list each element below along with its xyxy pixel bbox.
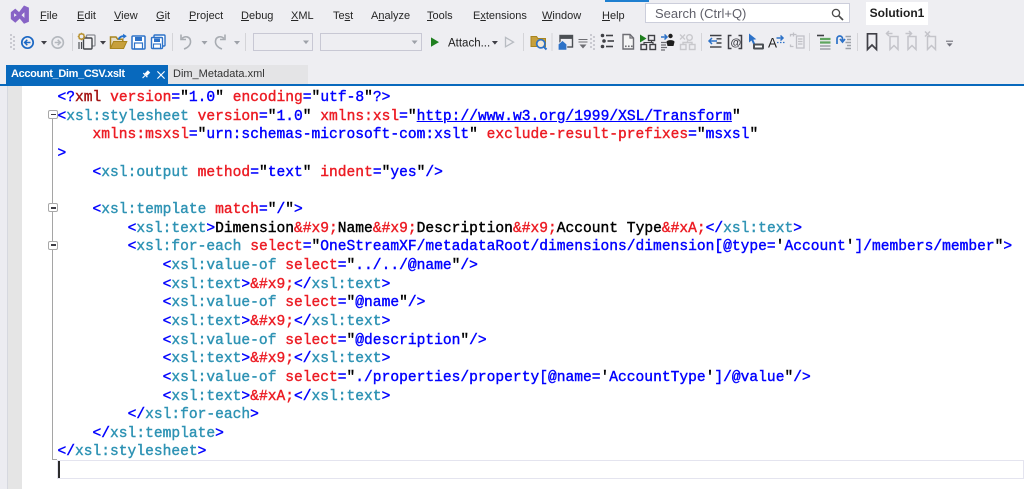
svg-text:A: A bbox=[768, 36, 777, 51]
svg-text:@: @ bbox=[731, 37, 742, 49]
svg-text:Attach...: Attach... bbox=[448, 38, 490, 50]
